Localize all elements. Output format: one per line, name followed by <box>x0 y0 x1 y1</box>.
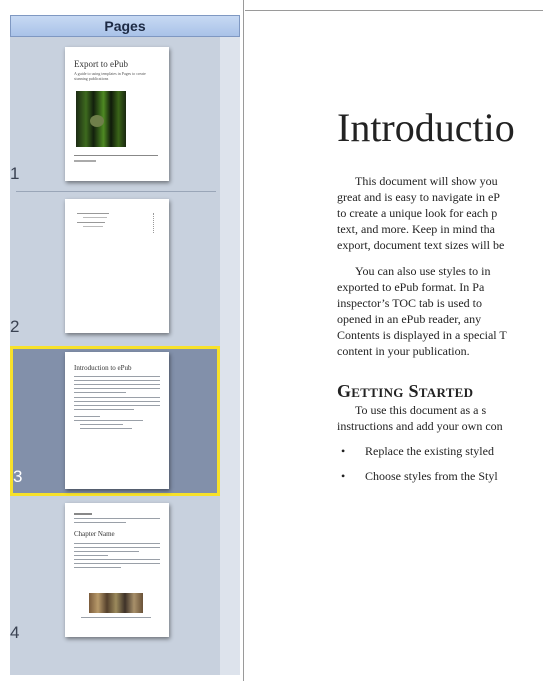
pages-sidebar: Pages Export to ePub A guide to using te… <box>0 0 244 681</box>
toc-page-numbers <box>153 213 157 233</box>
text-line: Contents is displayed in a special T <box>337 328 507 342</box>
text-line: This document will show you <box>355 174 498 188</box>
frog-shape <box>90 115 104 127</box>
thumbnail-scrollbar[interactable] <box>220 37 240 675</box>
page-1-preview: Export to ePub A guide to using template… <box>65 47 169 181</box>
bullet-list: • Replace the existing styled • Choose sty… <box>337 444 543 484</box>
page-number: 2 <box>10 317 20 336</box>
text-line: You can also use styles to in <box>355 264 491 278</box>
page-thumbnail-list: Export to ePub A guide to using template… <box>10 37 240 675</box>
thumb-line <box>74 513 92 515</box>
page-2-preview <box>65 199 169 333</box>
toc-lines <box>77 213 157 227</box>
thumb-rule <box>74 155 158 156</box>
thumb-text-block <box>74 543 160 571</box>
text-line: export, document text sizes will be <box>337 238 505 252</box>
frog-image <box>76 91 126 147</box>
page-number: 1 <box>10 164 20 183</box>
thumb-text-block <box>74 376 160 432</box>
page-thumbnail-4[interactable]: Chapter Name 4 <box>10 499 220 649</box>
thumb-intro <box>74 518 160 526</box>
page-thumbnail-1[interactable]: Export to ePub A guide to using template… <box>10 37 220 190</box>
bullet-icon: • <box>341 444 346 458</box>
thumb-title: Chapter Name <box>74 530 115 538</box>
books-image <box>89 593 143 613</box>
thumb-title: Export to ePub <box>74 59 128 69</box>
thumbnail-separator <box>16 191 216 192</box>
paragraph-3: To use this document as a s instructions… <box>337 402 543 434</box>
text-line: content in your publication. <box>337 344 470 358</box>
page-3-preview: Introduction to ePub <box>65 352 169 489</box>
document-canvas[interactable]: Introductio This document will show you … <box>245 0 543 681</box>
text-line: text, and more. Keep in mind tha <box>337 222 495 236</box>
text-line: exported to ePub format. In Pa <box>337 280 485 294</box>
page-top-edge <box>245 10 543 11</box>
section-heading: Getting Started <box>337 381 474 401</box>
bullet-text: Choose styles from the Styl <box>365 469 498 483</box>
pages-header: Pages <box>10 15 240 37</box>
page-number: 4 <box>10 623 20 642</box>
page-thumbnail-2[interactable]: 2 <box>10 193 220 343</box>
document-body: Introductio This document will show you … <box>337 104 543 494</box>
text-line: to create a unique look for each p <box>337 206 498 220</box>
thumb-subtitle: A guide to using templates in Pages to c… <box>74 71 146 81</box>
paragraph-2: You can also use styles to in exported t… <box>337 263 543 359</box>
paragraph-1: This document will show you great and is… <box>337 173 543 253</box>
page-4-preview: Chapter Name <box>65 503 169 637</box>
document-title: Introductio <box>337 105 515 150</box>
list-item: • Replace the existing styled <box>337 444 543 459</box>
bullet-icon: • <box>341 469 346 483</box>
page-thumbnail-3[interactable]: Introduction to ePub 3 <box>10 346 220 496</box>
page-number: 3 <box>13 467 23 486</box>
bullet-text: Replace the existing styled <box>365 444 494 458</box>
thumb-line <box>74 160 96 162</box>
thumb-caption <box>81 617 151 621</box>
text-line: To use this document as a s <box>355 403 487 417</box>
text-line: opened in an ePub reader, any <box>337 312 482 326</box>
text-line: great and is easy to navigate in eP <box>337 190 500 204</box>
text-line: inspector’s TOC tab is used to <box>337 296 482 310</box>
text-line: instructions and add your own con <box>337 419 503 433</box>
list-item: • Choose styles from the Styl <box>337 469 543 484</box>
thumb-title: Introduction to ePub <box>74 364 132 372</box>
